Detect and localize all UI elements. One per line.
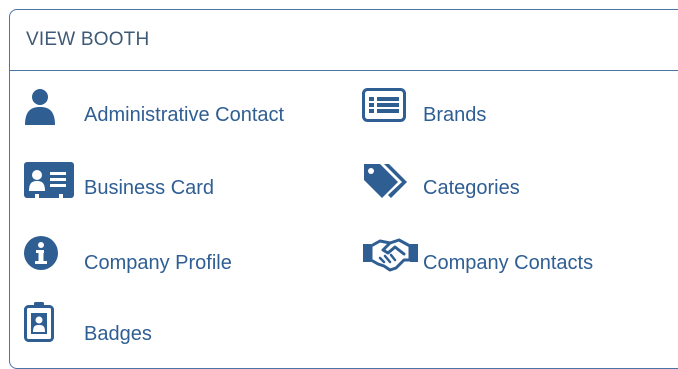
company-profile-label: Company Profile — [84, 252, 232, 274]
administrative-contact-link[interactable]: Administrative Contact — [24, 88, 324, 128]
badges-link[interactable]: Badges — [24, 302, 224, 346]
business-card-label: Business Card — [84, 177, 215, 199]
company-profile-link[interactable]: Company Profile — [24, 236, 284, 276]
administrative-contact-label: Administrative Contact — [84, 104, 285, 126]
brands-label: Brands — [423, 104, 487, 126]
list-icon — [362, 88, 408, 122]
info-circle-icon — [24, 236, 62, 274]
tags-icon — [362, 162, 412, 200]
company-contacts-link[interactable]: Company Contacts — [362, 236, 662, 276]
categories-link[interactable]: Categories — [362, 162, 562, 202]
brands-link[interactable]: Brands — [362, 88, 562, 128]
categories-label: Categories — [423, 177, 520, 199]
panel-title: VIEW BOOTH — [26, 29, 150, 50]
business-card-link[interactable]: Business Card — [24, 162, 274, 202]
contact-card-icon — [24, 162, 74, 198]
badges-label: Badges — [84, 323, 152, 345]
id-badge-icon — [24, 302, 54, 346]
company-contacts-label: Company Contacts — [423, 252, 594, 274]
panel-header: VIEW BOOTH — [10, 10, 678, 71]
handshake-icon — [362, 236, 420, 272]
user-icon — [24, 88, 58, 126]
